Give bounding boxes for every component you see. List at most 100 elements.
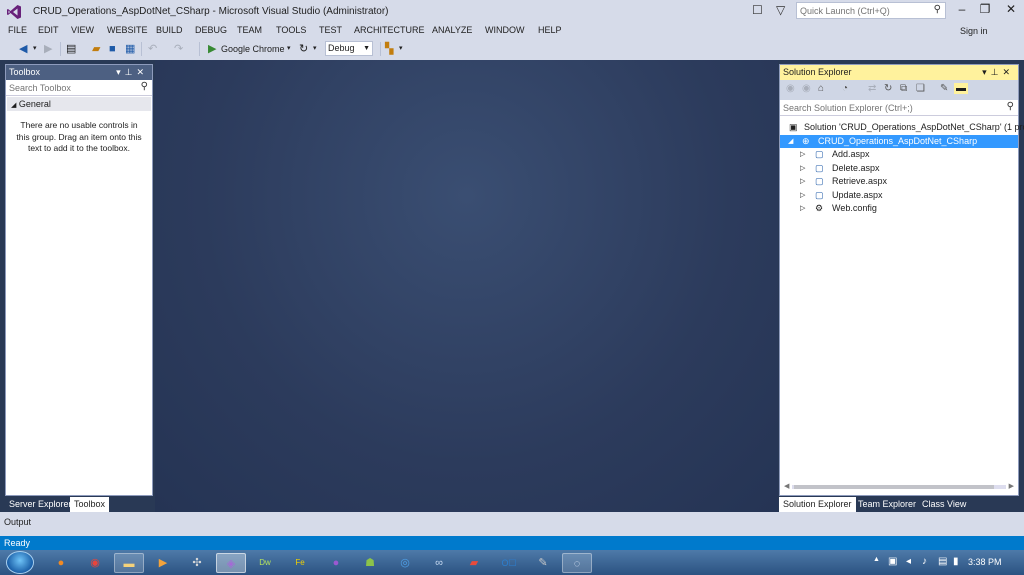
tab-class-view[interactable]: Class View [918,497,970,512]
refresh-icon[interactable]: ↻ [299,42,308,56]
scroll-left-icon[interactable]: ◀ [784,482,789,490]
open-file-icon[interactable]: ▰ [92,42,100,56]
run-target-dropdown[interactable]: Google Chrome [221,42,285,56]
minimize-button[interactable]: – [952,2,972,18]
toolbox-header[interactable]: Toolbox ▾⊥✕ [6,65,152,80]
menu-debug[interactable]: DEBUG [195,25,227,35]
collapse-all-icon[interactable]: ⧉ [900,83,907,94]
collapsed-triangle-icon[interactable]: ▷ [800,175,805,189]
sync-icon[interactable]: ⇄ [868,83,876,94]
filter-icon[interactable]: ▽ [776,3,785,17]
volume-tray-icon[interactable]: ♪ [922,556,927,567]
tool-app-icon[interactable]: ✣ [182,553,212,573]
configuration-select[interactable]: Debug ▼ [325,41,373,56]
visual-studio-taskbar-icon[interactable]: ◈ [216,553,246,573]
link-app-icon[interactable]: ∞ [424,553,454,573]
toolbar-overflow-icon[interactable]: ▾ [399,42,403,56]
tree-project-node[interactable]: ◢ ⊕ CRUD_Operations_AspDotNet_CSharp [780,134,1018,149]
pin-icon[interactable]: ⊥ [125,67,137,77]
outlook-icon[interactable]: O☐ [494,553,524,573]
scrollbar-thumb[interactable] [794,485,994,489]
navigate-back-icon[interactable]: ◀ [19,42,27,56]
feedback-icon[interactable]: ☐ [752,3,763,17]
chrome-icon[interactable]: ◉ [80,553,110,573]
save-all-icon[interactable]: ▦ [125,42,135,56]
tab-toolbox[interactable]: Toolbox [70,497,110,512]
tree-file-node[interactable]: ▷ ⚙ Web.config [780,202,1018,216]
app-sphere-icon[interactable]: ● [321,553,351,573]
show-all-files-icon[interactable]: ❏ [916,83,925,94]
sign-in-link[interactable]: Sign in [960,26,988,36]
solution-explorer-search-input[interactable] [780,100,990,115]
fireworks-icon[interactable]: Fe [285,553,315,573]
pin-icon[interactable]: ⊥ [991,67,1003,77]
menu-test[interactable]: TEST [319,25,342,35]
preview-icon[interactable]: ▬ [954,83,968,94]
media-player-icon[interactable]: ▶ [148,553,178,573]
menu-help[interactable]: HELP [538,25,562,35]
back-icon[interactable]: ◉ [786,83,795,94]
pending-changes-icon[interactable]: ◔ [842,83,848,94]
menu-website[interactable]: WEBSITE [107,25,148,35]
collapsed-triangle-icon[interactable]: ▷ [800,148,805,162]
android-icon[interactable]: ☗ [355,553,385,573]
filezilla-icon[interactable]: ▰ [459,553,489,573]
new-project-icon[interactable]: ▤ [66,42,76,56]
network-tray-icon[interactable]: ▣ [888,556,897,567]
toolbox-search-input[interactable] [6,80,126,95]
tab-team-explorer[interactable]: Team Explorer [854,497,920,512]
tree-file-node[interactable]: ▷ ▢ Delete.aspx [780,162,1018,176]
tab-solution-explorer[interactable]: Solution Explorer [779,497,856,512]
menu-file[interactable]: FILE [8,25,27,35]
show-hidden-icons-icon[interactable]: ▲ [873,556,880,563]
menu-analyze[interactable]: ANALYZE [432,25,472,35]
tab-server-explorer[interactable]: Server Explorer [5,497,76,512]
collapsed-triangle-icon[interactable]: ▷ [800,189,805,203]
save-icon[interactable]: ■ [109,42,116,56]
tool2-app-icon[interactable]: ✎ [528,553,558,573]
system-clock[interactable]: 3:38 PM [968,557,1002,567]
chevron-down-icon[interactable]: ▾ [33,42,37,56]
scroll-right-icon[interactable]: ▶ [1009,482,1014,490]
remote-app-icon[interactable]: ◌ [562,553,592,573]
toolbox-group-general[interactable]: ◢ General [7,97,151,111]
properties-icon[interactable]: ✎ [940,83,948,94]
close-icon[interactable]: ✕ [1002,67,1014,77]
start-button[interactable] [6,551,34,574]
quick-launch[interactable]: ⚲ [796,2,946,19]
tree-file-node[interactable]: ▷ ▢ Update.aspx [780,189,1018,203]
dreamweaver-icon[interactable]: Dw [250,553,280,573]
chevron-down-icon[interactable]: ▾ [313,42,317,56]
undo-icon[interactable]: ↶ [148,42,157,56]
dropdown-icon[interactable]: ▾ [982,67,991,77]
forward-icon[interactable]: ◉ [802,83,811,94]
file-explorer-icon[interactable]: ▬ [114,553,144,573]
home-icon[interactable]: ⌂ [818,83,824,94]
tree-file-node[interactable]: ▷ ▢ Add.aspx [780,148,1018,162]
tree-solution-node[interactable]: ▣ Solution 'CRUD_Operations_AspDotNet_CS… [780,121,1024,135]
refresh-icon[interactable]: ↻ [884,83,892,94]
solution-explorer-header[interactable]: Solution Explorer ▾⊥✕ [780,65,1018,80]
menu-architecture[interactable]: ARCHITECTURE [354,25,425,35]
collapsed-triangle-icon[interactable]: ▷ [800,202,805,216]
sync-app-icon[interactable]: ◎ [390,553,420,573]
chevron-down-icon[interactable]: ▾ [287,42,291,56]
menu-edit[interactable]: EDIT [38,25,59,35]
navigate-forward-icon[interactable]: ▶ [44,42,52,56]
menu-tools[interactable]: TOOLS [276,25,306,35]
firefox-icon[interactable]: ● [46,553,76,573]
tab-output[interactable]: Output [4,517,31,527]
start-debugging-icon[interactable]: ▶ [208,42,216,56]
expanded-triangle-icon[interactable]: ◢ [788,135,793,149]
close-icon[interactable]: ✕ [136,67,148,77]
horizontal-scrollbar[interactable]: ◀ ▶ [784,483,1014,491]
close-button[interactable]: ✕ [1001,2,1021,18]
tree-file-node[interactable]: ▷ ▢ Retrieve.aspx [780,175,1018,189]
menu-team[interactable]: TEAM [237,25,262,35]
quick-launch-input[interactable] [797,3,925,18]
menu-view[interactable]: VIEW [71,25,94,35]
speaker-muted-icon[interactable]: ◂ [906,556,911,567]
restore-button[interactable]: ❐ [975,2,995,18]
redo-icon[interactable]: ↷ [174,42,183,56]
wifi-tray-icon[interactable]: ▮ [953,556,959,567]
